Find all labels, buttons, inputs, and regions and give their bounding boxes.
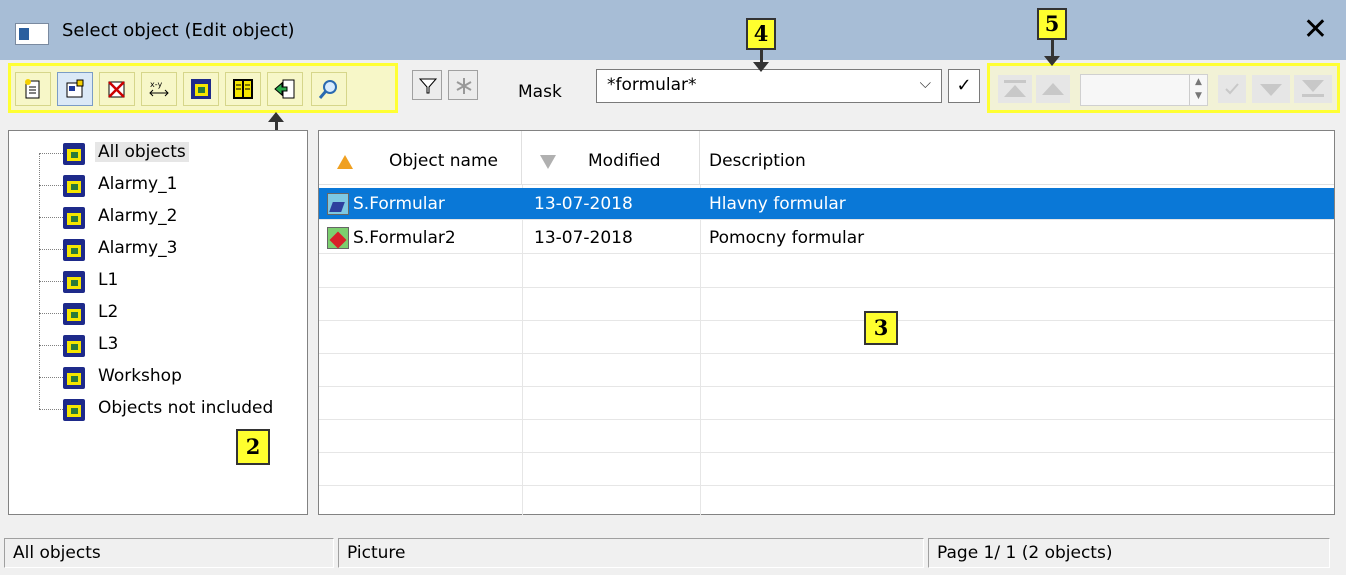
last-page-button[interactable] [1294, 75, 1332, 103]
cell-modified: 13-07-2018 [534, 194, 633, 214]
go-page-button[interactable] [1218, 75, 1246, 103]
tree-item-label: Alarmy_3 [98, 238, 178, 258]
picture-object-icon [327, 227, 349, 249]
object-list[interactable]: Object name Modified Description S.Formu… [318, 130, 1335, 515]
window-title: Select object (Edit object) [62, 20, 295, 41]
tree-item-label: L3 [98, 334, 119, 354]
new-object-button[interactable] [15, 72, 51, 106]
cell-object-name: S.Formular2 [353, 228, 456, 248]
clear-filter-button[interactable] [448, 70, 478, 100]
edit-object-icon [66, 79, 84, 98]
mask-combobox[interactable]: *formular* ⌵ [596, 69, 942, 103]
columns-icon [233, 79, 253, 99]
exit-icon [274, 79, 295, 99]
callout-2: 2 [236, 429, 270, 465]
table-row[interactable]: S.Formular2 13-07-2018 Pomocny formular [319, 222, 1334, 254]
go-page-icon [1225, 83, 1239, 95]
tree-item-label: L1 [98, 270, 119, 290]
first-page-button[interactable] [998, 75, 1032, 103]
group-icon [63, 335, 85, 357]
group-icon [63, 271, 85, 293]
next-page-icon [1260, 84, 1282, 96]
callout-5-arrowhead [1044, 56, 1060, 66]
find-icon [318, 80, 337, 99]
exit-button[interactable] [267, 72, 303, 106]
callout-5: 5 [1037, 8, 1067, 40]
tree-item-label: Workshop [98, 366, 182, 386]
last-page-icon [1302, 80, 1324, 92]
status-object-type: Picture [338, 538, 924, 568]
title-bar: Select object (Edit object) ✕ [0, 0, 1346, 60]
edit-object-button[interactable] [57, 72, 93, 106]
mask-label: Mask [518, 82, 562, 102]
list-header: Object name Modified Description [319, 131, 1334, 185]
svg-text:x-y: x-y [150, 80, 162, 89]
new-object-icon [25, 79, 40, 99]
clear-filter-icon [456, 78, 472, 94]
object-actions-group: x-y [8, 63, 398, 113]
tree-item-label: Alarmy_1 [98, 174, 178, 194]
tree-item-label: L2 [98, 302, 119, 322]
group-button[interactable] [183, 72, 219, 106]
rename-button[interactable]: x-y [141, 72, 177, 106]
cell-modified: 13-07-2018 [534, 228, 633, 248]
status-page-info: Page 1/ 1 (2 objects) [928, 538, 1330, 568]
sort-descending-icon [540, 155, 556, 169]
column-label: Object name [389, 151, 498, 171]
prev-page-icon [1042, 83, 1064, 95]
delete-object-icon [108, 81, 125, 98]
table-row[interactable]: S.Formular 13-07-2018 Hlavny formular [319, 188, 1334, 220]
close-icon[interactable]: ✕ [1303, 12, 1328, 48]
prev-page-button[interactable] [1036, 75, 1070, 103]
tree-item-label: Alarmy_2 [98, 206, 178, 226]
column-header-modified[interactable]: Modified [522, 131, 700, 185]
status-group: All objects [4, 538, 334, 568]
callout-4-arrowhead [753, 62, 769, 72]
sort-ascending-icon [337, 155, 353, 169]
column-label: Description [709, 151, 806, 171]
object-group-tree[interactable]: All objects Alarmy_1 Alarmy_2 Alarmy_3 L… [8, 130, 308, 515]
group-icon [63, 367, 85, 389]
column-header-object-name[interactable]: Object name [319, 131, 522, 185]
cell-object-name: S.Formular [353, 194, 445, 214]
window-icon [15, 23, 49, 45]
status-bar: All objects Picture Page 1/ 1 (2 objects… [0, 528, 1346, 575]
mask-value: *formular* [607, 75, 697, 95]
page-number-input[interactable]: ▲ ▼ [1080, 74, 1208, 106]
find-button[interactable] [311, 72, 347, 106]
group-icon [63, 239, 85, 261]
first-page-icon [1004, 80, 1026, 83]
tree-item-label: All objects [95, 142, 189, 162]
group-icon [63, 143, 85, 165]
page-number-spin[interactable]: ▲ ▼ [1189, 75, 1207, 105]
chevron-down-icon[interactable]: ⌵ [920, 74, 931, 92]
cell-description: Pomocny formular [709, 228, 865, 248]
page-navigation-group: ▲ ▼ [987, 63, 1340, 113]
delete-object-button[interactable] [99, 72, 135, 106]
tree-item-label: Objects not included [98, 398, 274, 418]
funnel-filter-icon [418, 78, 438, 94]
next-page-button[interactable] [1252, 75, 1290, 103]
group-icon [63, 399, 85, 421]
apply-mask-button[interactable]: ✓ [948, 69, 980, 103]
filter-button[interactable] [412, 70, 442, 100]
picture-object-icon [327, 193, 349, 215]
rename-icon: x-y [149, 80, 169, 97]
column-header-description[interactable]: Description [700, 131, 1334, 185]
columns-button[interactable] [225, 72, 261, 106]
group-icon [191, 79, 211, 99]
group-icon [63, 207, 85, 229]
callout-3: 3 [864, 311, 898, 345]
column-label: Modified [588, 151, 661, 171]
group-icon [63, 303, 85, 325]
cell-description: Hlavny formular [709, 194, 846, 214]
toolbar: x-y Mask *formular* ⌵ ✓ ▲ ▼ [0, 60, 1346, 124]
group-icon [63, 175, 85, 197]
callout-4: 4 [746, 18, 776, 50]
